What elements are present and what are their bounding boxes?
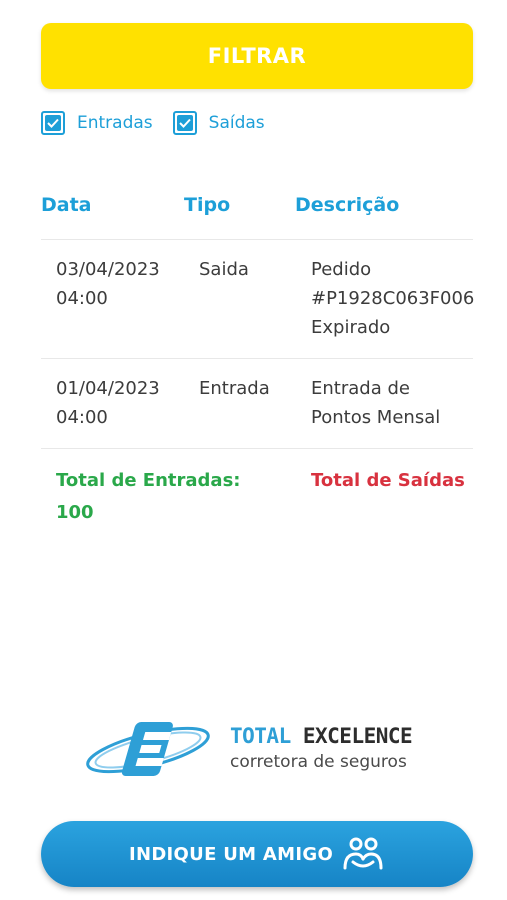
time-text: 04:00 bbox=[56, 288, 108, 309]
divider bbox=[41, 448, 473, 449]
row-description: Pedido #P1928C063F006 Expirado bbox=[311, 255, 474, 342]
checkbox-saidas-label: Saídas bbox=[208, 113, 265, 133]
checkbox-entradas-box[interactable] bbox=[41, 111, 65, 135]
total-entradas-value: 100 bbox=[56, 502, 94, 523]
extrato-page: FILTRAR Entradas Saídas Data Tipo Descri… bbox=[0, 0, 507, 900]
logo-title: TOTAL EXCELENCE bbox=[230, 724, 413, 748]
desc-line: Pedido bbox=[311, 259, 372, 280]
header-tipo: Tipo bbox=[184, 194, 231, 216]
desc-line: #P1928C063F006 bbox=[311, 288, 475, 309]
indique-amigo-button[interactable]: INDIQUE UM AMIGO bbox=[41, 821, 473, 887]
indique-amigo-label: INDIQUE UM AMIGO bbox=[128, 843, 334, 865]
desc-line: Entrada de bbox=[311, 378, 410, 399]
time-text: 04:00 bbox=[56, 407, 108, 428]
divider bbox=[41, 358, 473, 359]
logo-mark-icon bbox=[86, 722, 210, 776]
divider bbox=[41, 239, 473, 240]
desc-line: Pontos Mensal bbox=[311, 407, 441, 428]
row-type: Entrada bbox=[199, 378, 270, 399]
total-saidas-label: Total de Saídas bbox=[311, 470, 465, 491]
desc-line: Expirado bbox=[311, 317, 391, 338]
total-entradas: Total de Entradas: 100 bbox=[56, 465, 276, 529]
row-date: 03/04/2023 04:00 bbox=[56, 255, 160, 313]
table-row[interactable]: 03/04/2023 04:00 Saida Pedido #P1928C063… bbox=[0, 255, 475, 345]
logo-title-rest: EXCELENCE bbox=[302, 724, 413, 748]
checkbox-saidas[interactable]: Saídas bbox=[172, 111, 265, 135]
date-text: 01/04/2023 bbox=[56, 378, 160, 399]
check-icon bbox=[45, 115, 61, 131]
checkbox-entradas[interactable]: Entradas bbox=[41, 111, 153, 135]
row-date: 01/04/2023 04:00 bbox=[56, 374, 160, 432]
check-icon bbox=[176, 115, 193, 131]
header-data: Data bbox=[41, 194, 92, 216]
filter-button[interactable]: FILTRAR bbox=[41, 23, 473, 89]
row-type: Saida bbox=[199, 259, 249, 280]
header-descricao: Descrição bbox=[295, 194, 400, 216]
table-row[interactable]: 01/04/2023 04:00 Entrada Entrada de Pont… bbox=[0, 374, 475, 436]
filter-checkboxes: Entradas Saídas bbox=[41, 111, 285, 135]
checkbox-entradas-label: Entradas bbox=[77, 113, 153, 133]
checkbox-saidas-box[interactable] bbox=[172, 111, 197, 135]
people-icon bbox=[343, 837, 383, 870]
logo-title-accent: TOTAL bbox=[230, 724, 291, 748]
totals-row: Total de Entradas: 100 Total de Saídas bbox=[0, 465, 475, 529]
row-description: Entrada de Pontos Mensal bbox=[311, 374, 440, 432]
date-text: 03/04/2023 bbox=[56, 259, 160, 280]
logo-subtitle: corretora de seguros bbox=[230, 752, 407, 772]
total-entradas-label: Total de Entradas: bbox=[56, 470, 241, 491]
table-header: Data Tipo Descrição bbox=[0, 194, 507, 222]
total-excelence-logo: TOTAL EXCELENCE corretora de seguros bbox=[84, 712, 444, 792]
